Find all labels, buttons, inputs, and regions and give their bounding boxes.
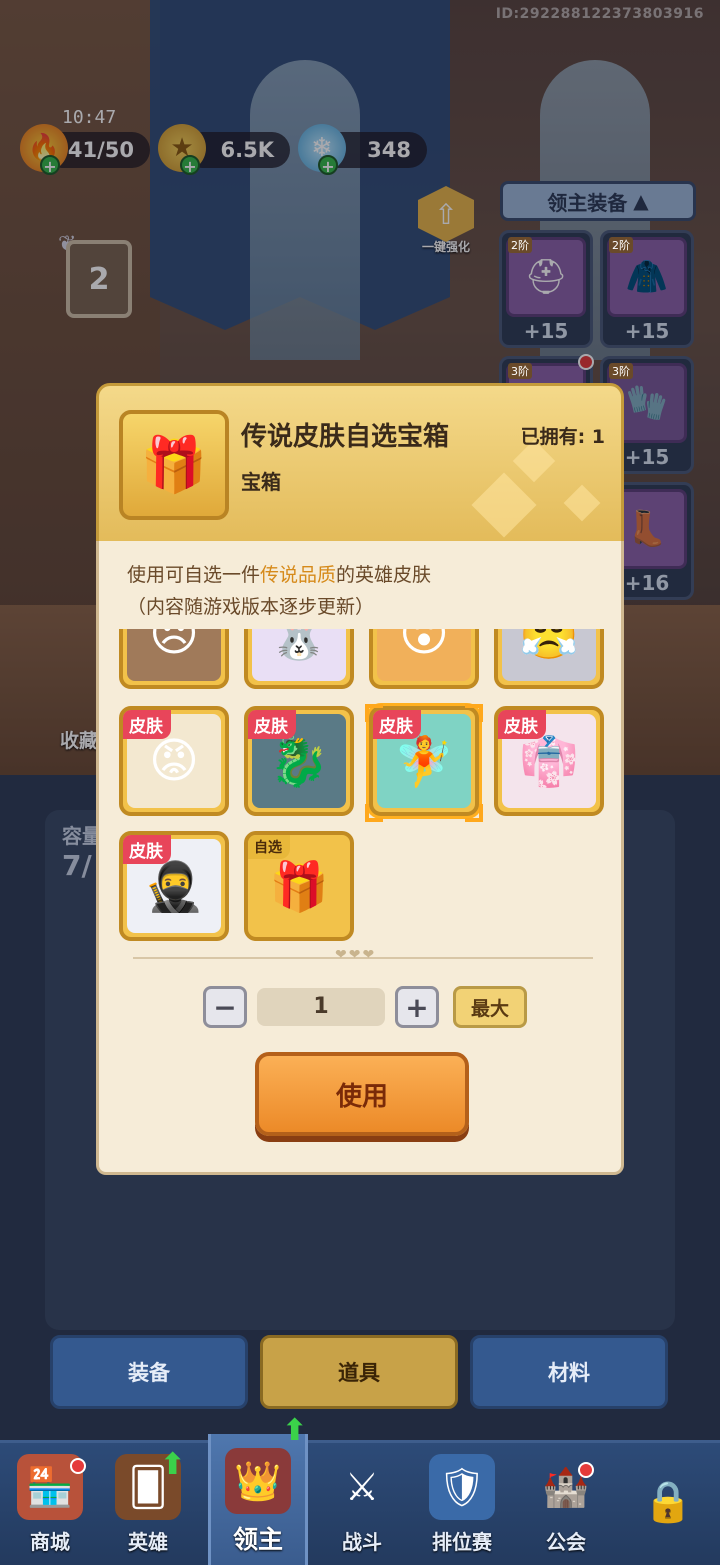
hero-portrait: 😮 — [377, 629, 471, 681]
nav-guild[interactable]: 🏰 公会 — [516, 1440, 616, 1565]
skin-option[interactable]: 🐰 — [244, 629, 354, 689]
skin-option[interactable]: 😠 — [119, 629, 229, 689]
skin-option[interactable]: 皮肤 👘 — [494, 706, 604, 816]
desc-suffix: 的英雄皮肤 — [336, 564, 432, 586]
hero-portrait: 🐰 — [252, 629, 346, 681]
skin-option[interactable]: 皮肤 🥷 — [119, 831, 229, 941]
lock-icon: 🔒 — [643, 1479, 693, 1525]
skin-tag: 皮肤 — [498, 710, 546, 739]
skin-option[interactable]: 😮 — [369, 629, 479, 689]
tab-materials[interactable]: 材料 — [470, 1335, 668, 1409]
nav-label: 公会 — [546, 1530, 586, 1554]
tier-label: 3阶 — [508, 363, 532, 379]
nav-battle[interactable]: ⚔ 战斗 — [312, 1440, 412, 1565]
nav-shop[interactable]: 🏪 商城 — [0, 1440, 100, 1565]
item-type: 宝箱 — [241, 470, 281, 494]
upgrade-arrow-icon: ⬆ — [282, 1413, 308, 1448]
selection-corner — [365, 804, 383, 822]
nav-lord[interactable]: 👑 领主 — [208, 1434, 308, 1565]
desc-highlight: 传说品质 — [260, 564, 337, 586]
owned-count: 已拥有: 1 — [520, 426, 605, 448]
desc-prefix: 使用可自选一件 — [127, 564, 261, 586]
skin-option[interactable]: 自选 🎁 — [244, 831, 354, 941]
quantity-input[interactable]: 1 — [257, 988, 385, 1026]
notification-dot — [70, 1458, 86, 1474]
skin-tag: 皮肤 — [373, 710, 421, 739]
desc-note: （内容随游戏版本逐步更新） — [127, 596, 375, 618]
skin-option[interactable]: 😤 — [494, 629, 604, 689]
heart-divider-icon: ❤❤❤ — [335, 947, 377, 963]
hero-portrait: 😤 — [502, 629, 596, 681]
tier-label: 2阶 — [609, 237, 633, 253]
item-description: 使用可自选一件传说品质的英雄皮肤 （内容随游戏版本逐步更新） — [127, 559, 607, 623]
skin-option[interactable]: 皮肤 😡 — [119, 706, 229, 816]
upgrade-arrow-icon: ⬆ — [160, 1447, 186, 1482]
skin-tag: 皮肤 — [123, 835, 171, 864]
nav-label: 战斗 — [342, 1530, 382, 1554]
tab-equipment[interactable]: 装备 — [50, 1335, 248, 1409]
modal-body: 使用可自选一件传说品质的英雄皮肤 （内容随游戏版本逐步更新） 😠 🐰 😮 😤 皮… — [96, 541, 624, 1175]
diamond-decoration — [563, 484, 601, 522]
skin-selection-grid[interactable]: 😠 🐰 😮 😤 皮肤 😡 皮肤 🐉 皮肤 🧚 皮肤 👘 皮肤 🥷 自选 🎁 — [119, 629, 609, 941]
rank-shield-icon: 🛡 — [429, 1454, 495, 1520]
skin-option[interactable]: 皮肤 🐉 — [244, 706, 354, 816]
skin-tag: 皮肤 — [248, 710, 296, 739]
skin-option-selected[interactable]: 皮肤 🧚 — [369, 706, 479, 816]
nav-label: 商城 — [30, 1530, 70, 1554]
lord-banner-icon: 👑 — [225, 1448, 291, 1514]
crossed-swords-icon: ⚔ — [344, 1465, 380, 1509]
nav-label: 排位赛 — [432, 1530, 492, 1554]
treasure-chest-icon: 🎁 — [119, 410, 229, 520]
tier-label: 3阶 — [609, 363, 633, 379]
tier-label: 2阶 — [508, 237, 532, 253]
decrease-quantity-button[interactable]: − — [203, 986, 247, 1028]
item-name: 传说皮肤自选宝箱 — [241, 422, 450, 452]
increase-quantity-button[interactable]: + — [395, 986, 439, 1028]
notification-dot — [578, 1462, 594, 1478]
nav-ranked[interactable]: 🛡 排位赛 — [412, 1440, 512, 1565]
selection-corner — [465, 704, 483, 722]
diamond-decoration — [471, 472, 537, 538]
skin-tag: 皮肤 — [123, 710, 171, 739]
nav-label: 英雄 — [128, 1530, 168, 1554]
use-button[interactable]: 使用 — [255, 1052, 469, 1136]
modal-header: 🎁 传说皮肤自选宝箱 宝箱 已拥有: 1 — [96, 383, 624, 545]
select-tag: 自选 — [248, 835, 290, 859]
hero-portrait: 😠 — [127, 629, 221, 681]
item-detail-modal: 🎁 传说皮肤自选宝箱 宝箱 已拥有: 1 使用可自选一件传说品质的英雄皮肤 （内… — [96, 383, 624, 1175]
tab-items[interactable]: 道具 — [260, 1335, 458, 1409]
max-quantity-button[interactable]: 最大 — [453, 986, 527, 1028]
nav-label: 领主 — [232, 1525, 283, 1554]
selection-corner — [465, 804, 483, 822]
